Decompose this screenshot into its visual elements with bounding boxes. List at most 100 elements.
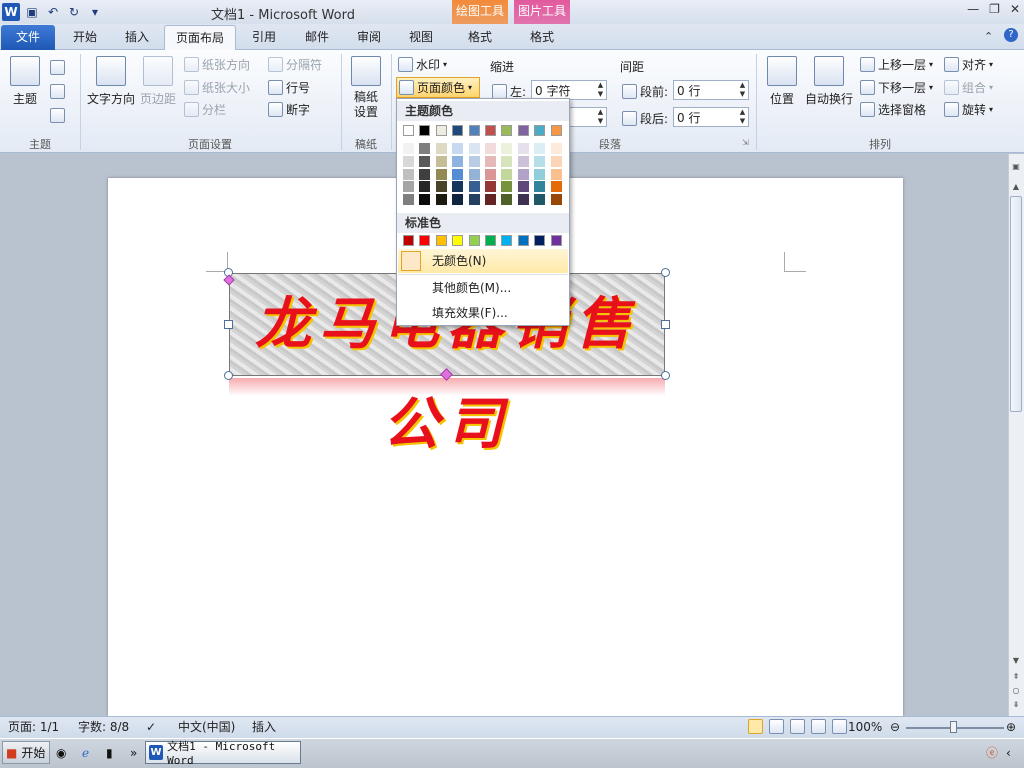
theme-color-swatch[interactable] (485, 125, 496, 136)
theme-tint-swatch[interactable] (501, 181, 513, 193)
spinner-arrows-icon[interactable]: ▲ ▼ (737, 108, 748, 126)
theme-color-swatch[interactable] (468, 125, 480, 136)
selection-pane-button[interactable]: 选择窗格 (860, 99, 926, 119)
help-icon[interactable]: ? (1004, 28, 1018, 42)
zoom-level[interactable]: 100% (848, 719, 882, 735)
theme-effects-icon[interactable] (50, 108, 65, 123)
theme-tint-swatch[interactable] (403, 194, 414, 206)
reading-mode-icon[interactable] (769, 719, 784, 734)
theme-tint-swatch[interactable] (452, 143, 464, 154)
space-before-input[interactable]: 0 行 ▲ ▼ (673, 80, 749, 100)
tab-picture-format[interactable]: 格式 (514, 25, 570, 50)
resize-handle[interactable] (224, 371, 233, 380)
theme-tint-swatch[interactable] (452, 181, 464, 193)
quick-launch-ie-icon[interactable]: ℯ (82, 741, 89, 764)
theme-tint-swatch[interactable] (419, 194, 431, 206)
page-color-button[interactable]: 页面颜色 ▾ (396, 77, 480, 98)
theme-tint-swatch[interactable] (403, 143, 414, 154)
standard-color-swatch[interactable] (403, 235, 414, 246)
standard-color-swatch[interactable] (517, 235, 529, 246)
tray-expand-icon[interactable]: ‹ (1006, 741, 1011, 764)
tab-page-layout[interactable]: 页面布局 (164, 25, 236, 50)
theme-tint-swatch[interactable] (550, 194, 562, 206)
theme-tint-swatch[interactable] (534, 194, 546, 206)
theme-tint-swatch[interactable] (485, 181, 496, 193)
taskbar-word-window[interactable]: W 文档1 - Microsoft Word (145, 740, 301, 767)
theme-colors-icon[interactable] (50, 60, 65, 75)
theme-tint-swatch[interactable] (419, 143, 431, 154)
themes-button[interactable]: 主题 (8, 56, 42, 107)
tab-review[interactable]: 审阅 (344, 25, 394, 50)
standard-color-swatch[interactable] (550, 235, 562, 246)
theme-tint-swatch[interactable] (501, 155, 513, 167)
theme-color-swatch[interactable] (403, 125, 414, 136)
send-backward-button[interactable]: 下移一层 ▾ (860, 77, 933, 97)
quick-launch-desktop-icon[interactable]: ◉ (56, 741, 66, 764)
scroll-down-icon[interactable]: ▼ (1010, 656, 1022, 665)
theme-tint-swatch[interactable] (485, 155, 496, 167)
theme-fonts-icon[interactable] (50, 84, 65, 99)
minimize-icon[interactable]: — (967, 2, 979, 16)
theme-tint-swatch[interactable] (468, 194, 480, 206)
tray-app-icon[interactable]: ⓔ (986, 741, 998, 764)
hyphenation-button[interactable]: 断字 (268, 99, 310, 119)
scroll-thumb[interactable] (1010, 196, 1022, 412)
theme-tint-swatch[interactable] (550, 143, 562, 154)
theme-tint-swatch[interactable] (517, 181, 529, 193)
text-direction-button[interactable]: 文字方向 (86, 56, 136, 107)
spinner-arrows-icon[interactable]: ▲ ▼ (595, 108, 606, 126)
theme-tint-swatch[interactable] (435, 194, 447, 206)
proofing-icon[interactable]: ✓ (146, 719, 156, 735)
wrap-text-button[interactable]: 自动换行 (804, 56, 854, 107)
more-colors-item[interactable]: 其他颜色(M)... (398, 276, 568, 300)
previous-page-icon[interactable]: ⇞ (1010, 672, 1022, 681)
theme-tint-swatch[interactable] (435, 181, 447, 193)
tab-insert[interactable]: 插入 (112, 25, 162, 50)
manuscript-settings-button[interactable]: 稿纸 设置 (350, 56, 382, 120)
tab-home[interactable]: 开始 (60, 25, 110, 50)
browse-object-icon[interactable]: ○ (1010, 686, 1022, 695)
collapse-ribbon-icon[interactable]: ⌃ (984, 30, 993, 43)
space-after-input[interactable]: 0 行 ▲ ▼ (673, 107, 749, 127)
theme-tint-swatch[interactable] (485, 168, 496, 180)
zoom-out-icon[interactable]: ⊖ (890, 719, 900, 735)
standard-color-swatch[interactable] (435, 235, 447, 246)
theme-tint-swatch[interactable] (517, 194, 529, 206)
spinner-arrows-icon[interactable]: ▲ ▼ (595, 81, 606, 99)
next-page-icon[interactable]: ⇟ (1010, 700, 1022, 709)
theme-tint-swatch[interactable] (468, 168, 480, 180)
group-button[interactable]: 组合 ▾ (944, 77, 993, 97)
theme-tint-swatch[interactable] (517, 143, 529, 154)
theme-color-swatch[interactable] (550, 125, 562, 136)
standard-color-swatch[interactable] (468, 235, 480, 246)
theme-tint-swatch[interactable] (403, 181, 414, 193)
watermark-button[interactable]: 水印 ▾ (398, 54, 447, 74)
theme-tint-swatch[interactable] (452, 155, 464, 167)
restore-icon[interactable]: ❐ (989, 2, 1000, 16)
theme-tint-swatch[interactable] (517, 155, 529, 167)
tab-drawing-format[interactable]: 格式 (452, 25, 508, 50)
theme-color-swatch[interactable] (452, 125, 464, 136)
tab-references[interactable]: 引用 (240, 25, 288, 50)
theme-color-swatch[interactable] (517, 125, 529, 136)
line-numbers-button[interactable]: 行号 (268, 77, 310, 97)
size-button[interactable]: 纸张大小 (184, 77, 250, 97)
theme-tint-swatch[interactable] (468, 155, 480, 167)
resize-handle[interactable] (224, 320, 233, 329)
theme-tint-swatch[interactable] (452, 168, 464, 180)
resize-handle[interactable] (661, 320, 670, 329)
scroll-up-icon[interactable]: ▲ (1010, 182, 1022, 191)
position-button[interactable]: 位置 (766, 56, 798, 107)
theme-tint-swatch[interactable] (534, 143, 546, 154)
fill-effects-item[interactable]: 填充效果(F)... (398, 301, 568, 325)
theme-tint-swatch[interactable] (550, 181, 562, 193)
margins-button[interactable]: 页边距 (138, 56, 178, 107)
theme-tint-swatch[interactable] (435, 155, 447, 167)
theme-tint-swatch[interactable] (468, 143, 480, 154)
quick-launch-more-icon[interactable]: » (130, 741, 137, 764)
draft-view-icon[interactable] (832, 719, 847, 734)
theme-tint-swatch[interactable] (468, 181, 480, 193)
columns-button[interactable]: 分栏 (184, 99, 226, 119)
no-color-item[interactable]: 无颜色(N) (398, 249, 568, 273)
theme-tint-swatch[interactable] (550, 155, 562, 167)
